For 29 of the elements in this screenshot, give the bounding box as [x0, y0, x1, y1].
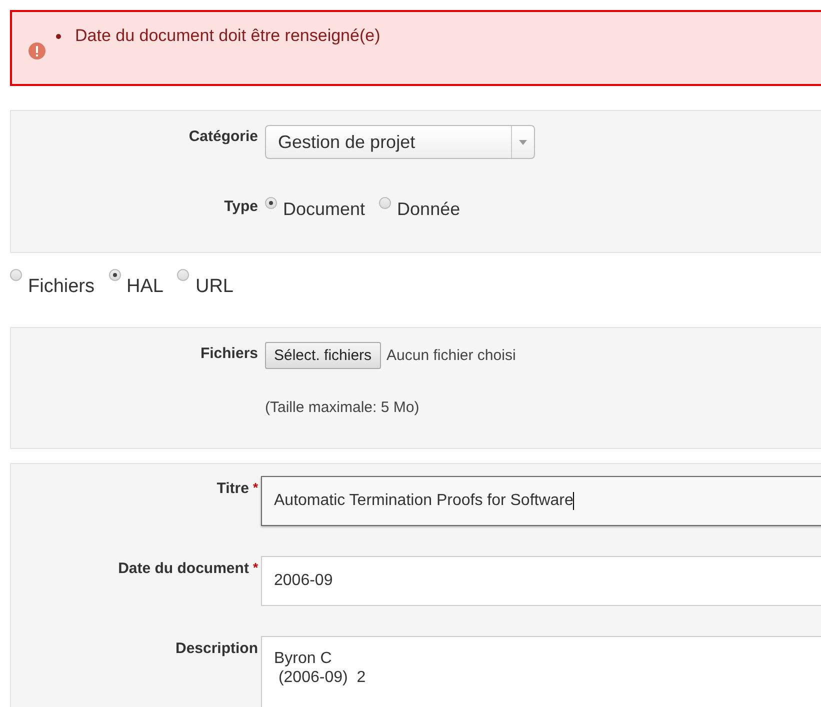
radio-button[interactable] [108, 269, 121, 281]
file-select-button[interactable]: Sélect. fichiers [265, 342, 381, 369]
radio-label: HAL [126, 275, 164, 298]
input-field[interactable]: Automatic Termination Proofs for Software [261, 476, 821, 526]
bullet-icon [56, 34, 61, 38]
caret-icon [519, 140, 527, 144]
radio-button[interactable] [379, 197, 392, 209]
radio-label: URL [195, 275, 234, 298]
radio-label: Fichiers [28, 275, 95, 298]
input-field[interactable]: 2006-09 [261, 556, 821, 606]
exclamation-icon [28, 42, 46, 60]
file-status: Aucun fichier choisi [386, 347, 516, 364]
text-area[interactable]: Byron C (2006-09) 2 [261, 636, 821, 707]
radio-label: Donnée [397, 198, 460, 220]
required-mark: * [252, 560, 258, 575]
radio-button[interactable] [265, 197, 277, 209]
field-label: Date du document [118, 560, 249, 577]
radio-label: Document [283, 198, 366, 220]
field-label: Fichiers [200, 345, 258, 362]
radio-button[interactable] [10, 269, 22, 281]
field-label: Catégorie [188, 128, 258, 145]
help-text: (Taille maximale: 5 Mo) [265, 399, 420, 416]
field-label: Titre [216, 480, 249, 497]
category-select[interactable]: Gestion de projet [265, 125, 535, 159]
field-label: Type [224, 198, 258, 215]
field-label: Description [175, 640, 258, 657]
required-mark: * [252, 480, 258, 495]
radio-button[interactable] [177, 269, 190, 281]
error-message: Date du document doit être renseigné(e) [75, 26, 380, 46]
